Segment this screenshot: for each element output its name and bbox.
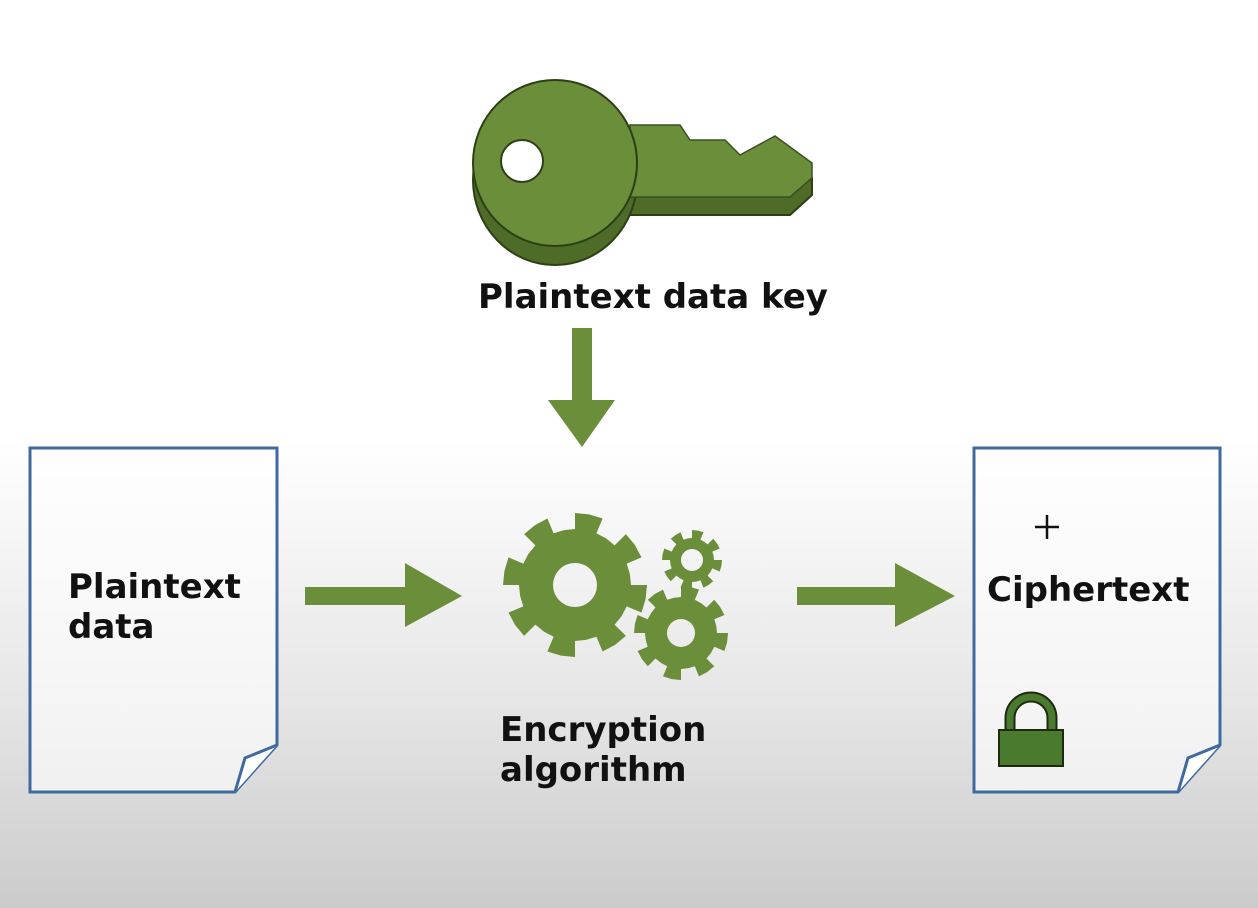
small-gear-icon — [662, 530, 722, 590]
plaintext-label-line1: Plaintext — [68, 567, 241, 607]
large-gear-icon — [503, 513, 647, 657]
right-arrow-2 — [797, 563, 955, 627]
plaintext-label: Plaintext data — [68, 567, 241, 647]
algorithm-label-line1: Encryption — [500, 710, 707, 750]
key-label: Plaintext data key — [478, 277, 828, 317]
medium-gear-icon — [634, 586, 728, 680]
algorithm-label-line2: algorithm — [500, 750, 687, 790]
algorithm-label: Encryption algorithm — [500, 710, 706, 790]
key-icon — [472, 79, 813, 266]
down-arrow — [548, 328, 615, 447]
plaintext-label-line2: data — [68, 607, 155, 647]
right-arrow-1 — [305, 563, 462, 627]
ciphertext-label: Ciphertext — [987, 570, 1190, 610]
gears-icon — [503, 513, 728, 680]
